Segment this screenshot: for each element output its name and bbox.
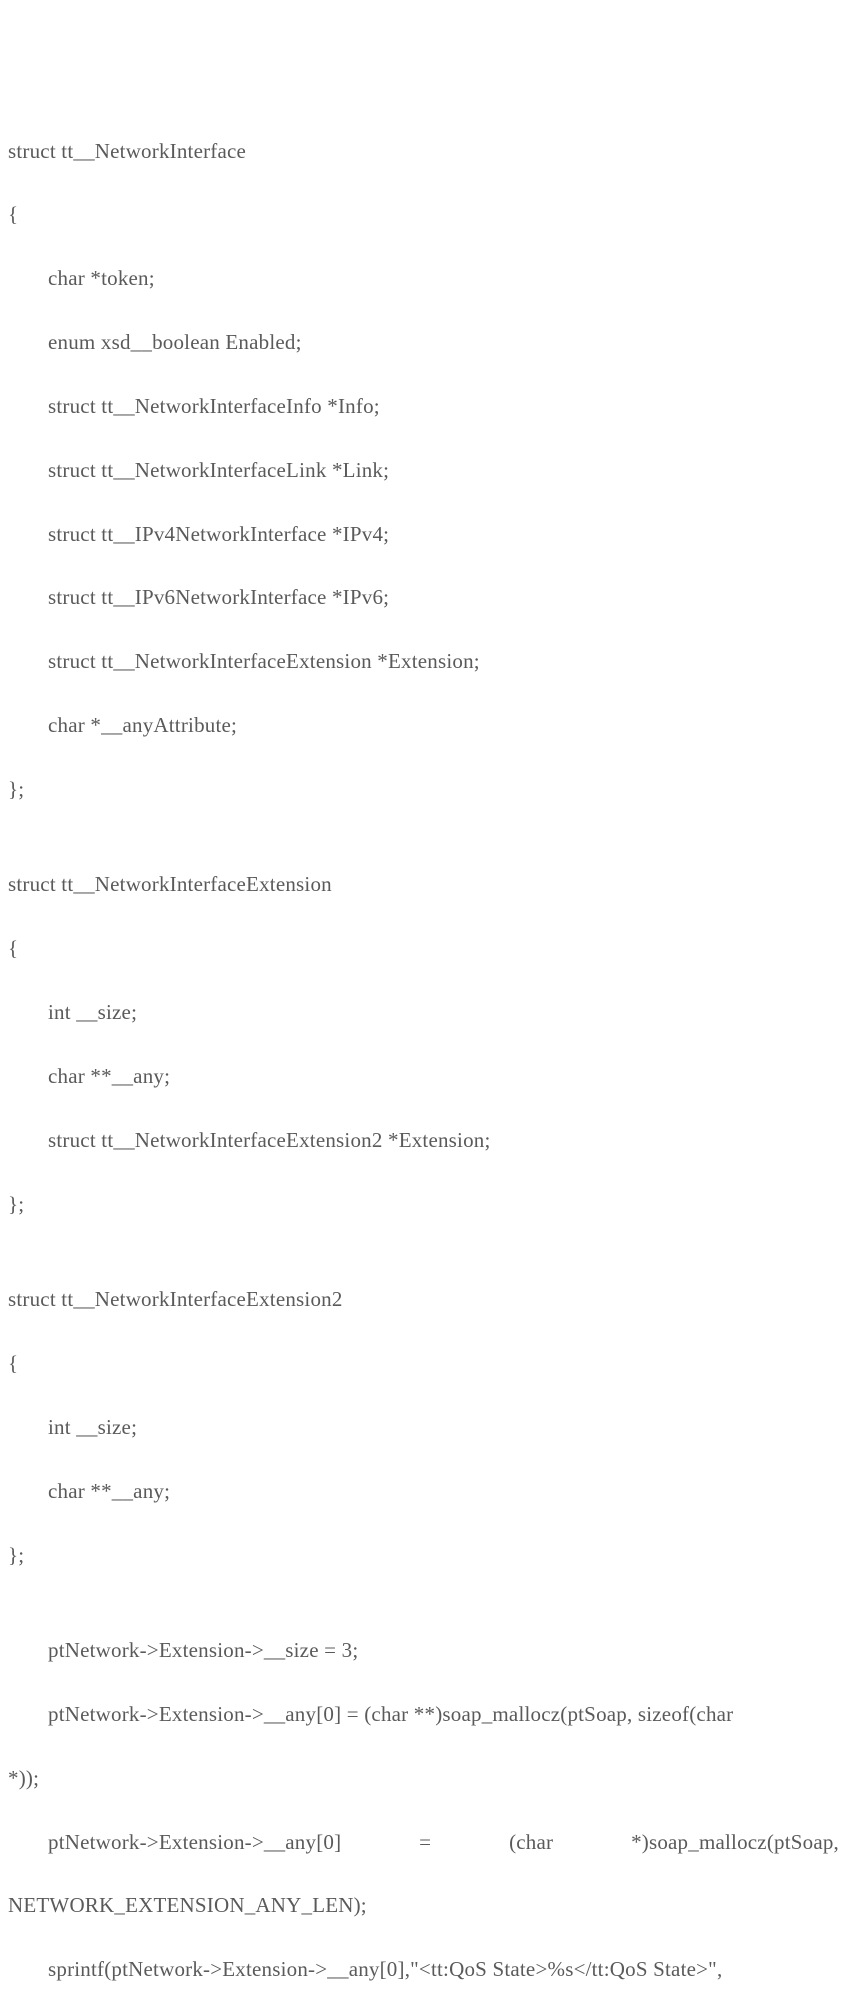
code-line: struct tt__NetworkInterfaceExtension *Ex… <box>8 646 843 678</box>
code-line: ptNetwork->Extension->__any[0] = (char *… <box>8 1827 843 1859</box>
code-line: struct tt__NetworkInterfaceExtension2 <box>8 1284 843 1316</box>
code-line: { <box>8 1348 843 1380</box>
code-line: { <box>8 199 843 231</box>
code-line: }; <box>8 774 843 806</box>
code-line: enum xsd__boolean Enabled; <box>8 327 843 359</box>
code-line: struct tt__NetworkInterfaceExtension <box>8 869 843 901</box>
code-line: char **__any; <box>8 1476 843 1508</box>
code-fragment: *)soap_mallocz(ptSoap, <box>631 1827 839 1859</box>
code-line: ptNetwork->Extension->__size = 3; <box>8 1635 843 1667</box>
code-line: ptNetwork->Extension->__any[0] = (char *… <box>8 1699 843 1731</box>
code-line: char **__any; <box>8 1061 843 1093</box>
code-line: struct tt__NetworkInterface <box>8 136 843 168</box>
code-line: char *__anyAttribute; <box>8 710 843 742</box>
code-line: NETWORK_EXTENSION_ANY_LEN); <box>8 1890 843 1922</box>
code-line: struct tt__NetworkInterfaceLink *Link; <box>8 455 843 487</box>
code-line: char *token; <box>8 263 843 295</box>
code-line: }; <box>8 1540 843 1572</box>
code-fragment: (char <box>509 1827 553 1859</box>
code-line: int __size; <box>8 997 843 1029</box>
code-line: struct tt__IPv4NetworkInterface *IPv4; <box>8 519 843 551</box>
code-fragment: ptNetwork->Extension->__any[0] <box>8 1827 341 1859</box>
code-document: { "lines": { "l1": "struct tt__NetworkIn… <box>0 0 849 2000</box>
code-line: { <box>8 933 843 965</box>
code-line: sprintf(ptNetwork->Extension->__any[0],"… <box>8 1954 843 1986</box>
code-line: struct tt__IPv6NetworkInterface *IPv6; <box>8 582 843 614</box>
code-line: }; <box>8 1189 843 1221</box>
code-line: *)); <box>8 1763 843 1795</box>
code-line: struct tt__NetworkInterfaceInfo *Info; <box>8 391 843 423</box>
code-line: int __size; <box>8 1412 843 1444</box>
code-fragment: = <box>419 1827 431 1859</box>
code-line: struct tt__NetworkInterfaceExtension2 *E… <box>8 1125 843 1157</box>
